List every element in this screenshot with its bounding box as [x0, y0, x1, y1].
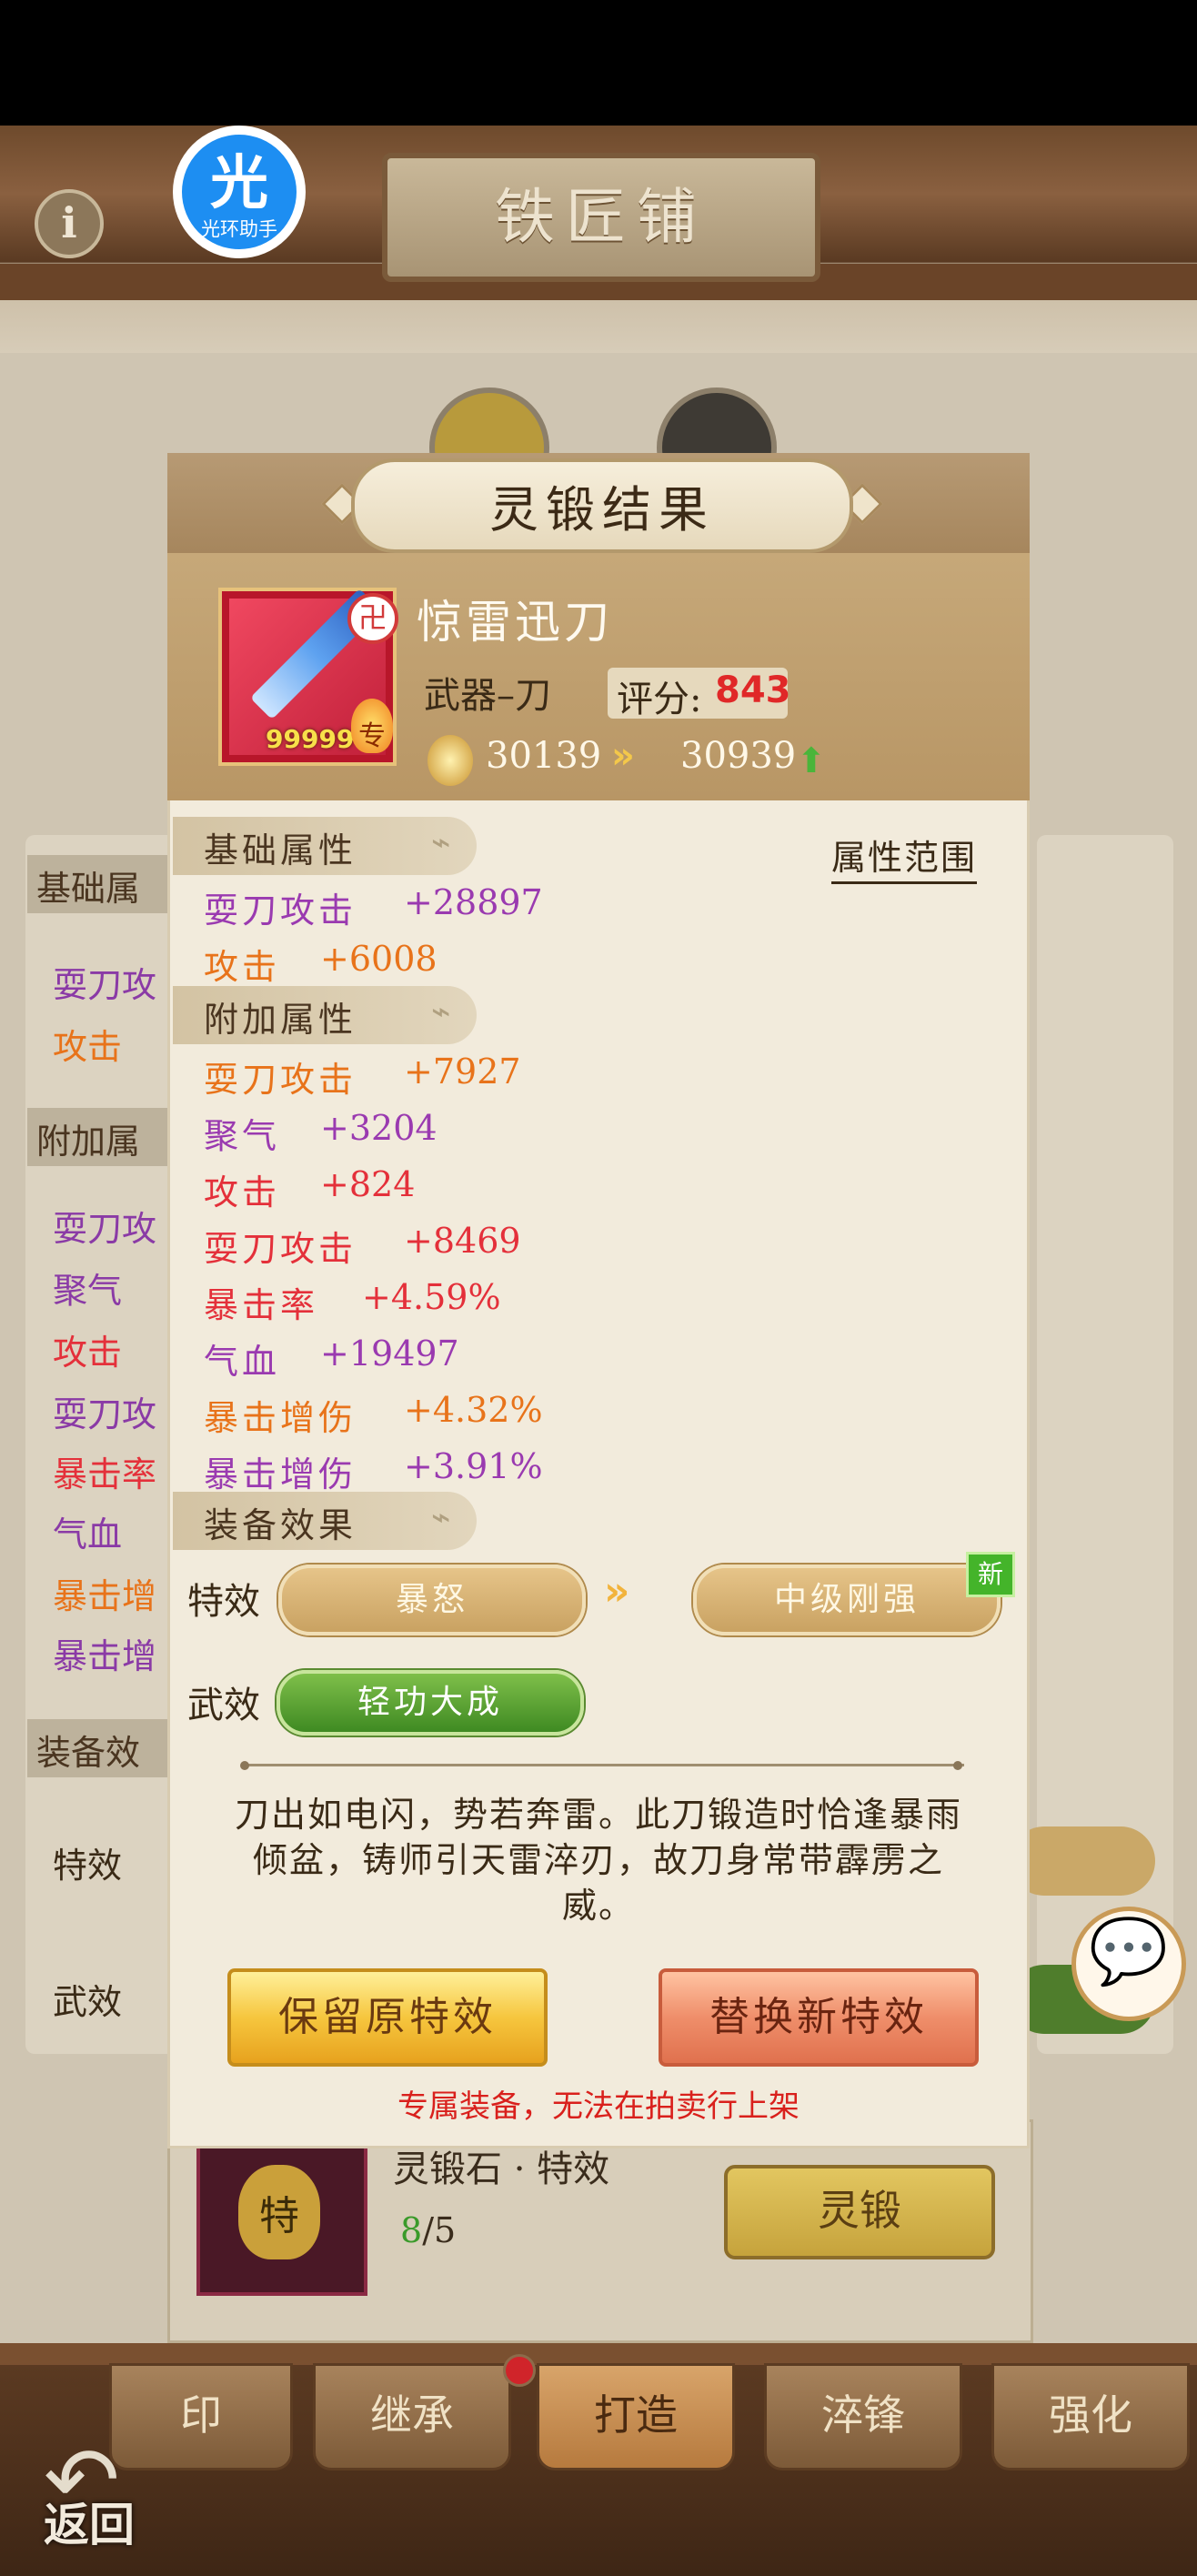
martial-effect-pill[interactable]: 轻功大成	[277, 1670, 584, 1736]
attr-value: +4.32%	[404, 1390, 543, 1430]
divider-dot	[953, 1761, 962, 1770]
effect-title: 装备效果	[204, 1505, 357, 1545]
bg-extra-header-text: 附加属	[36, 1122, 141, 1162]
attr-value: +28897	[404, 882, 543, 922]
attr-value: +8469	[404, 1221, 521, 1261]
attr-name: 气血	[204, 1342, 281, 1382]
power-up-icon: ⬆	[797, 740, 826, 780]
stone-count-have: 8	[400, 2210, 423, 2250]
new-effect-pill[interactable]: 中级刚强	[693, 1565, 1001, 1635]
martial-effect-label: 武效	[187, 1685, 260, 1726]
swirl-icon: ⌁	[431, 824, 451, 861]
nav-tab-enhance[interactable]: 强化	[991, 2363, 1190, 2470]
shop-title: 铁匠铺	[495, 182, 708, 252]
base-attr-title: 基础属性	[204, 830, 357, 870]
info-icon[interactable]: i	[35, 189, 104, 258]
bg-attr-line: 气血	[53, 1514, 123, 1555]
assistant-logo-char: 光	[210, 149, 268, 217]
bg-attr-line: 耍刀攻	[53, 1394, 157, 1434]
assistant-label: 光环助手	[201, 218, 277, 240]
bg-attr-line: 耍刀攻	[53, 965, 157, 1005]
bg-attr-line: 暴击增	[53, 1636, 157, 1676]
attr-name: 耍刀攻击	[204, 1060, 357, 1100]
score-value: 843	[715, 669, 791, 711]
replace-new-effect-button[interactable]: 替换新特效	[659, 1968, 979, 2067]
extra-attr-title: 附加属性	[204, 1000, 357, 1040]
attr-value: +19497	[320, 1333, 459, 1374]
score-label: 评分:	[617, 679, 702, 720]
exclusive-notice: 专属装备，无法在拍卖行上架	[397, 2088, 800, 2125]
power-old: 30139	[486, 735, 602, 777]
status-bar	[0, 0, 1197, 126]
effect-arrow-icon: »	[604, 1568, 630, 1615]
nav-tab-inherit[interactable]: 继承	[313, 2363, 511, 2470]
bg-base-header-text: 基础属	[36, 869, 141, 909]
attr-name: 耍刀攻击	[204, 1229, 357, 1269]
new-badge: 新	[966, 1552, 1015, 1597]
attr-value: +4.59%	[362, 1277, 501, 1317]
chat-bubble-icon: 💬	[1089, 1914, 1169, 1988]
attr-name: 耍刀攻击	[204, 891, 357, 931]
attr-name: 攻击	[204, 947, 281, 987]
bg-attr-line: 耍刀攻	[53, 1209, 157, 1249]
item-type: 武器–刀	[424, 675, 551, 717]
bg-attr-line: 攻击	[53, 1027, 123, 1067]
attribute-range-link[interactable]: 属性范围	[831, 830, 978, 884]
divider-dot	[240, 1761, 249, 1770]
divider	[246, 1764, 964, 1766]
bg-effect-pill	[1010, 1826, 1155, 1896]
attr-value: +824	[320, 1164, 416, 1204]
nav-tab-forge[interactable]: 打造	[537, 2363, 735, 2470]
bg-attr-line: 暴击增	[53, 1576, 157, 1616]
bg-special-label: 特效	[53, 1846, 123, 1886]
flame-char: 专	[358, 720, 386, 752]
bg-martial-label: 武效	[53, 1982, 123, 2022]
keep-original-effect-button[interactable]: 保留原特效	[227, 1968, 548, 2067]
swirl-icon: ⌁	[431, 1499, 451, 1536]
attr-value: +3.91%	[404, 1446, 543, 1486]
nav-tab-temper[interactable]: 淬锋	[764, 2363, 962, 2470]
bg-effect-header-text: 装备效	[36, 1733, 141, 1773]
attr-name: 攻击	[204, 1172, 281, 1213]
item-name: 惊雷迅刀	[417, 596, 613, 649]
bottom-nav-rail	[0, 2343, 1197, 2365]
power-new: 30939	[680, 735, 797, 777]
dialog-title: 灵锻结果	[489, 481, 715, 538]
stone-count-total: /5	[422, 2210, 457, 2250]
attr-name: 暴击率	[204, 1285, 319, 1325]
bg-attr-line: 攻击	[53, 1333, 123, 1373]
attr-name: 暴击增伤	[204, 1454, 357, 1494]
item-level: 99999	[266, 724, 355, 754]
bg-attr-line: 聚气	[53, 1271, 123, 1311]
attr-value: +6008	[320, 939, 438, 979]
notification-dot	[503, 2354, 536, 2387]
refine-stone-icon-char: 特	[259, 2193, 299, 2239]
exclusive-badge-char: 卍	[357, 600, 387, 635]
bg-attr-line: 暴击率	[53, 1454, 157, 1494]
power-arrow-icon: »	[611, 735, 635, 777]
attr-name: 聚气	[204, 1116, 281, 1156]
refine-stone-count: 8/5	[400, 2210, 456, 2250]
attr-value: +7927	[404, 1052, 521, 1092]
swirl-icon: ⌁	[431, 993, 451, 1031]
item-description: 刀出如电闪，势若奔雷。此刀锻造时恰逢暴雨倾盆，铸师引天雷淬刃，故刀身常带霹雳之威…	[234, 1795, 962, 1926]
attr-name: 暴击增伤	[204, 1398, 357, 1438]
refine-button[interactable]: 灵锻	[724, 2165, 995, 2259]
attr-value: +3204	[320, 1108, 438, 1148]
power-icon	[428, 735, 473, 786]
old-effect-pill[interactable]: 暴怒	[278, 1565, 586, 1635]
back-label: 返回	[44, 2498, 135, 2551]
special-effect-label: 特效	[187, 1581, 260, 1623]
